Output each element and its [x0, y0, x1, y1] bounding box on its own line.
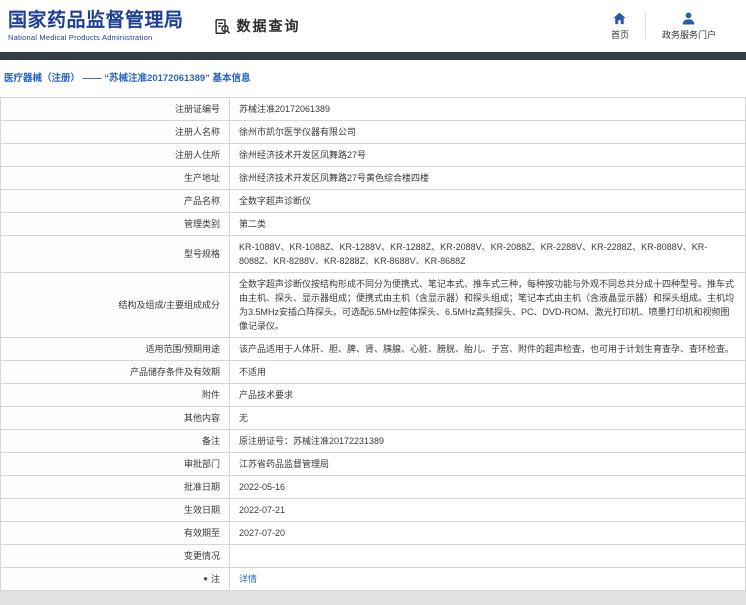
note-label-text: 注 — [210, 574, 220, 584]
row-label: 生效日期 — [1, 499, 230, 522]
table-row: 其他内容 无 — [1, 407, 746, 430]
table-row: 结构及组成/主要组成成分 全数字超声诊断仪按结构形成不同分为便携式、笔记本式、推… — [1, 273, 746, 338]
top-header: 国家药品监督管理局 National Medical Products Admi… — [0, 0, 746, 52]
agency-name-cn: 国家药品监督管理局 — [8, 10, 184, 31]
row-value: 2022-05-16 — [230, 476, 746, 499]
row-value: 江苏省药品监督管理局 — [230, 453, 746, 476]
table-row: 管理类别 第二类 — [1, 213, 746, 236]
row-value: 徐州市凯尔医学仪器有限公司 — [230, 121, 746, 144]
row-label: 适用范围/预期用途 — [1, 338, 230, 361]
table-row: 附件 产品技术要求 — [1, 384, 746, 407]
table-row: 批准日期 2022-05-16 — [1, 476, 746, 499]
row-label: 产品名称 — [1, 190, 230, 213]
table-row: 备注 原注册证号：苏械注准20172231389 — [1, 430, 746, 453]
module-title: 数据查询 — [236, 18, 301, 34]
row-value: 2027-07-20 — [230, 522, 746, 545]
nav-home-label: 首页 — [610, 30, 629, 40]
note-icon: ● — [203, 574, 208, 583]
row-value: KR-1088V、KR-1088Z、KR-1288V、KR-1288Z、KR-2… — [230, 236, 746, 273]
header-divider-strip — [0, 52, 746, 60]
table-row: 产品名称 全数字超声诊断仪 — [1, 190, 746, 213]
table-row: 注册证编号 苏械注准20172061389 — [1, 98, 746, 121]
nav-item-home[interactable]: 首页 — [595, 11, 645, 41]
row-label: 批准日期 — [1, 476, 230, 499]
row-label: 型号规格 — [1, 236, 230, 273]
row-label: 注册人住所 — [1, 144, 230, 167]
row-label: 有效期至 — [1, 522, 230, 545]
breadcrumb: 医疗器械（注册） —— “苏械注准20172061389” 基本信息 — [0, 60, 746, 97]
row-value: 第二类 — [230, 213, 746, 236]
row-value: 产品技术要求 — [230, 384, 746, 407]
home-icon — [612, 11, 627, 26]
agency-name-en: National Medical Products Administration — [8, 33, 153, 42]
row-label: 注册人名称 — [1, 121, 230, 144]
row-value: 徐州经济技术开发区凤舞路27号 — [230, 144, 746, 167]
row-value — [230, 545, 746, 568]
row-value: 原注册证号：苏械注准20172231389 — [230, 430, 746, 453]
row-label: 审批部门 — [1, 453, 230, 476]
data-query-icon — [214, 18, 231, 35]
row-label: 备注 — [1, 430, 230, 453]
row-value-note: 详情 — [230, 568, 746, 591]
agency-logo: 国家药品监督管理局 National Medical Products Admi… — [8, 10, 184, 42]
table-row: 变更情况 — [1, 545, 746, 568]
table-row: 生产地址 徐州经济技术开发区凤舞路27号黄色综合楼四楼 — [1, 167, 746, 190]
registration-info-table: 注册证编号 苏械注准20172061389 注册人名称 徐州市凯尔医学仪器有限公… — [0, 97, 746, 591]
table-row-note: ● 注 详情 — [1, 568, 746, 591]
row-value: 全数字超声诊断仪按结构形成不同分为便携式、笔记本式、推车式三种，每种按功能与外观… — [230, 273, 746, 338]
page-footer-strip — [0, 591, 746, 605]
table-row: 适用范围/预期用途 该产品适用于人体肝、胆、脾、肾、胰腺、心脏、膀胱、胎儿、子宫… — [1, 338, 746, 361]
row-value: 2022-07-21 — [230, 499, 746, 522]
table-row: 注册人住所 徐州经济技术开发区凤舞路27号 — [1, 144, 746, 167]
table-row: 型号规格 KR-1088V、KR-1088Z、KR-1288V、KR-1288Z… — [1, 236, 746, 273]
row-value: 苏械注准20172061389 — [230, 98, 746, 121]
row-label: 生产地址 — [1, 167, 230, 190]
row-label: 其他内容 — [1, 407, 230, 430]
portal-user-icon — [681, 11, 696, 26]
row-label: 结构及组成/主要组成成分 — [1, 273, 230, 338]
row-value: 无 — [230, 407, 746, 430]
row-label: 注册证编号 — [1, 98, 230, 121]
nav-item-portal[interactable]: 政务服务门户 — [646, 11, 732, 41]
table-row: 产品储存条件及有效期 不适用 — [1, 361, 746, 384]
top-nav: 首页 政务服务门户 — [595, 11, 732, 41]
row-label: 变更情况 — [1, 545, 230, 568]
row-label: 附件 — [1, 384, 230, 407]
row-value: 全数字超声诊断仪 — [230, 190, 746, 213]
row-value: 徐州经济技术开发区凤舞路27号黄色综合楼四楼 — [230, 167, 746, 190]
nav-portal-label: 政务服务门户 — [661, 30, 716, 40]
table-row: 审批部门 江苏省药品监督管理局 — [1, 453, 746, 476]
details-link[interactable]: 详情 — [239, 572, 257, 586]
module-header: 数据查询 — [214, 16, 301, 36]
row-value: 不适用 — [230, 361, 746, 384]
row-label: 管理类别 — [1, 213, 230, 236]
table-row: 有效期至 2027-07-20 — [1, 522, 746, 545]
row-value: 该产品适用于人体肝、胆、脾、肾、胰腺、心脏、膀胱、胎儿、子宫、附件的超声检查，也… — [230, 338, 746, 361]
row-label-note: ● 注 — [1, 568, 230, 591]
table-row: 注册人名称 徐州市凯尔医学仪器有限公司 — [1, 121, 746, 144]
row-label: 产品储存条件及有效期 — [1, 361, 230, 384]
table-row: 生效日期 2022-07-21 — [1, 499, 746, 522]
